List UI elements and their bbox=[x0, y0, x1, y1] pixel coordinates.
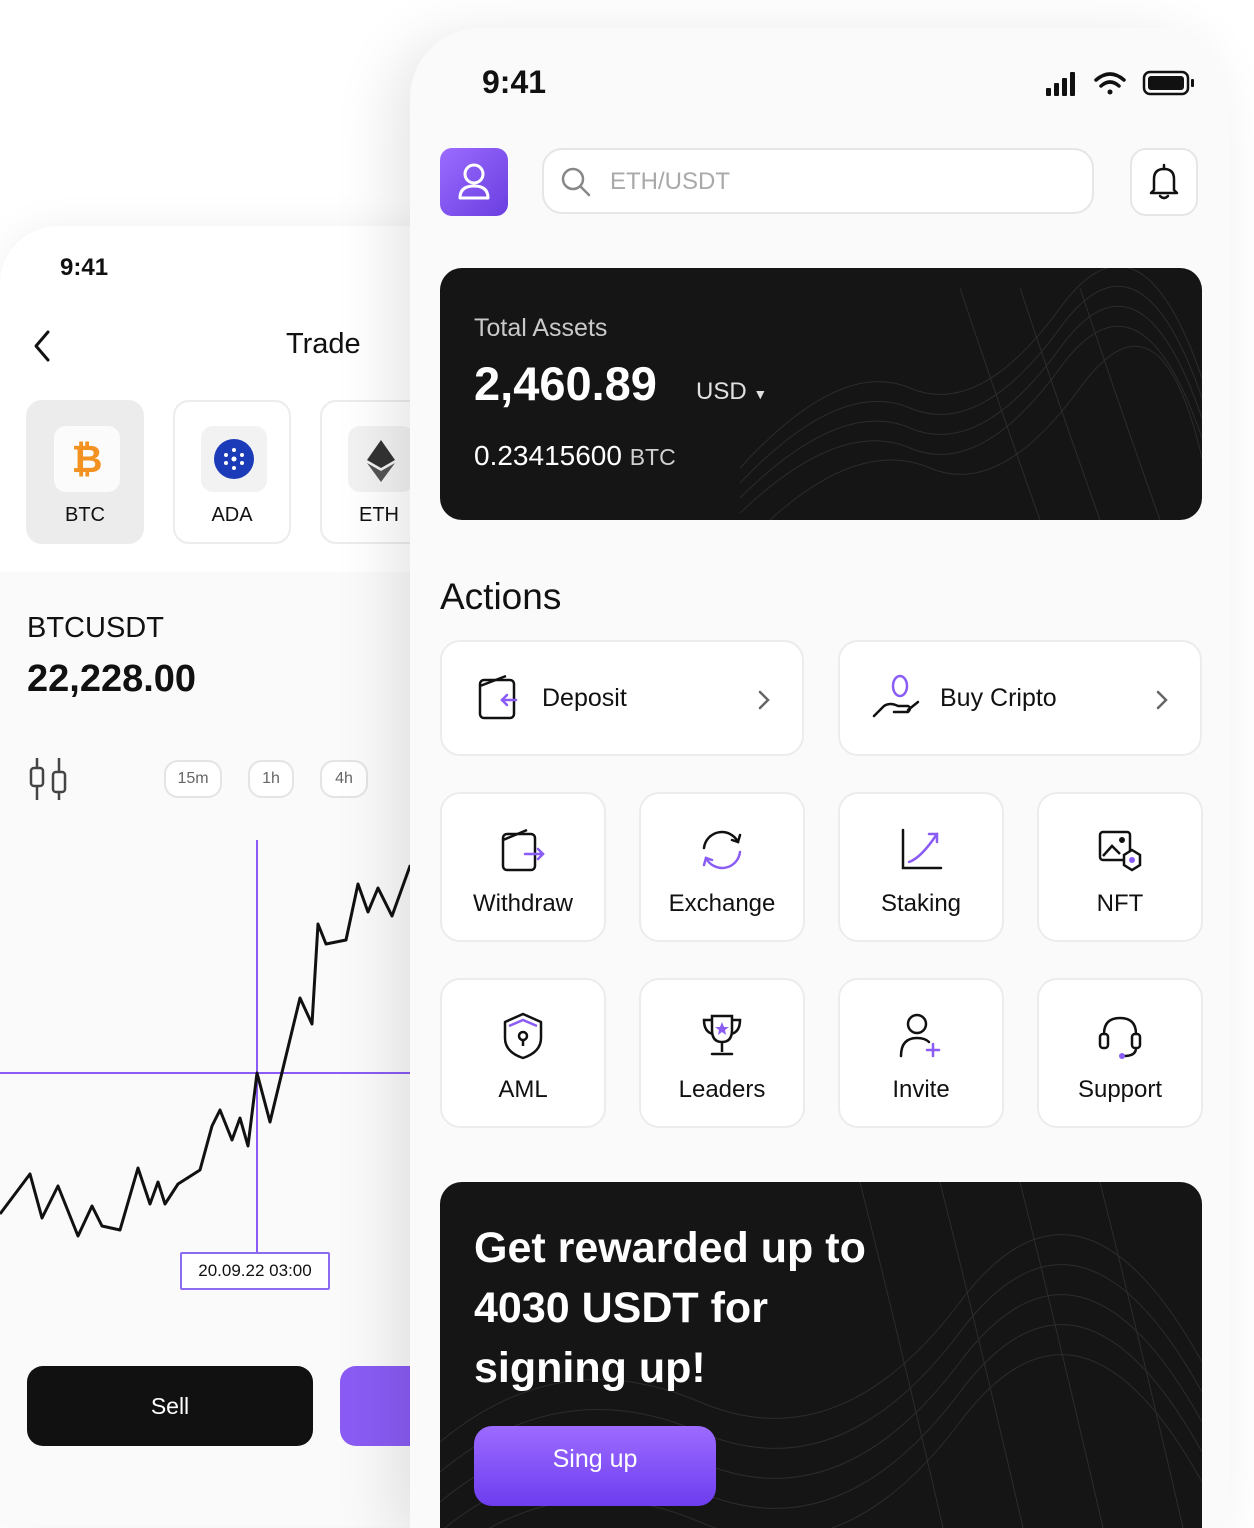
invite-label: Invite bbox=[892, 1076, 950, 1103]
sell-button[interactable]: Sell bbox=[27, 1366, 313, 1446]
assets-btc-unit: BTC bbox=[629, 444, 676, 470]
search-input[interactable]: ETH/USDT bbox=[542, 148, 1094, 214]
assets-title: Total Assets bbox=[474, 314, 608, 342]
exchange-button[interactable]: Exchange bbox=[639, 792, 805, 942]
promo-banner: Get rewarded up to 4030 USDT for signing… bbox=[440, 1182, 1202, 1528]
assets-btc-row: 0.23415600 BTC bbox=[474, 440, 676, 472]
support-label: Support bbox=[1077, 1076, 1163, 1103]
wallet-out-icon bbox=[501, 828, 545, 872]
currency-label: USD bbox=[696, 378, 747, 405]
search-icon bbox=[561, 167, 591, 197]
wifi-icon bbox=[1094, 72, 1126, 95]
timeframe-4h[interactable]: 4h bbox=[320, 760, 368, 798]
deposit-label: Deposit bbox=[542, 684, 627, 712]
bell-icon bbox=[1149, 163, 1179, 200]
price-chart[interactable] bbox=[0, 826, 470, 1296]
nft-button[interactable]: NFT bbox=[1037, 792, 1203, 942]
price-line bbox=[0, 844, 470, 1238]
chevron-right-icon bbox=[1156, 690, 1168, 710]
back-arrow-icon[interactable] bbox=[26, 326, 60, 366]
deposit-button[interactable]: Deposit bbox=[440, 640, 804, 756]
signal-icon bbox=[1046, 72, 1075, 96]
pair-name: BTCUSDT bbox=[27, 612, 164, 644]
promo-line: Get rewarded up to bbox=[474, 1224, 866, 1272]
total-assets-card[interactable]: Total Assets 2,460.89 USD ▼ 0.23415600 B… bbox=[440, 268, 1202, 520]
profile-avatar-button[interactable] bbox=[440, 148, 508, 216]
promo-text: Get rewarded up to 4030 USDT for signing… bbox=[474, 1218, 994, 1398]
promo-line: signing up! bbox=[474, 1344, 706, 1392]
battery-icon bbox=[1142, 70, 1194, 96]
buy-crypto-button[interactable]: Buy Cripto bbox=[838, 640, 1202, 756]
leaders-button[interactable]: Leaders bbox=[639, 978, 805, 1128]
status-time: 9:41 bbox=[60, 254, 109, 281]
staking-label: Staking bbox=[880, 890, 962, 917]
page-title: Trade bbox=[286, 328, 361, 360]
user-icon bbox=[458, 163, 490, 200]
crosshair-date-tag: 20.09.22 03:00 bbox=[180, 1252, 330, 1290]
timeframe-15m[interactable]: 15m bbox=[164, 760, 222, 798]
trade-header: Trade bbox=[0, 324, 470, 368]
coin-tab-btc[interactable]: ₿ BTC bbox=[26, 400, 144, 544]
withdraw-label: Withdraw bbox=[472, 890, 574, 917]
growth-chart-icon bbox=[901, 828, 943, 870]
actions-title: Actions bbox=[440, 576, 562, 617]
wallet-in-icon bbox=[478, 674, 518, 720]
trophy-icon bbox=[702, 1014, 742, 1056]
bitcoin-icon: ₿ bbox=[54, 426, 120, 492]
staking-button[interactable]: Staking bbox=[838, 792, 1004, 942]
invite-button[interactable]: Invite bbox=[838, 978, 1004, 1128]
chevron-right-icon bbox=[758, 690, 770, 710]
timeframe-1h[interactable]: 1h bbox=[248, 760, 294, 798]
status-time: 9:41 bbox=[482, 64, 547, 100]
home-screen: 9:41 ETH/USDT Total Assets 2,460.89 USD … bbox=[410, 28, 1230, 1528]
coin-hand-icon bbox=[872, 674, 920, 718]
aml-button[interactable]: AML bbox=[440, 978, 606, 1128]
status-bar-icons bbox=[1046, 70, 1194, 96]
search-placeholder: ETH/USDT bbox=[610, 168, 730, 195]
candlestick-icon[interactable] bbox=[28, 756, 68, 802]
coin-label: BTC bbox=[65, 504, 105, 526]
svg-text:₿: ₿ bbox=[72, 439, 103, 481]
assets-value: 2,460.89 bbox=[474, 357, 657, 410]
promo-line: 4030 USDT for bbox=[474, 1284, 768, 1332]
exchange-icon bbox=[702, 830, 742, 870]
trade-screen: 9:41 Trade ₿ BTC ADA ETH BTCUSDT 22,228.… bbox=[0, 226, 470, 1526]
leaders-label: Leaders bbox=[678, 1076, 766, 1103]
headset-icon bbox=[1098, 1016, 1142, 1059]
withdraw-button[interactable]: Withdraw bbox=[440, 792, 606, 942]
nft-image-icon bbox=[1098, 830, 1142, 872]
support-button[interactable]: Support bbox=[1037, 978, 1203, 1128]
aml-label: AML bbox=[498, 1076, 548, 1103]
sign-up-button[interactable]: Sing up bbox=[474, 1426, 716, 1506]
shield-lock-icon bbox=[503, 1012, 543, 1060]
ethereum-icon bbox=[348, 426, 414, 492]
currency-selector[interactable]: USD ▼ bbox=[696, 378, 767, 406]
coin-tab-ada[interactable]: ADA bbox=[173, 400, 291, 544]
notifications-button[interactable] bbox=[1130, 148, 1198, 216]
buy-crypto-label: Buy Cripto bbox=[940, 684, 1057, 712]
cardano-icon bbox=[201, 426, 267, 492]
coin-label: ADA bbox=[211, 504, 253, 526]
nft-label: NFT bbox=[1096, 890, 1144, 917]
user-plus-icon bbox=[899, 1013, 941, 1058]
caret-down-icon: ▼ bbox=[753, 386, 768, 402]
pair-price: 22,228.00 bbox=[27, 658, 197, 700]
exchange-label: Exchange bbox=[668, 890, 776, 917]
assets-btc-value: 0.23415600 bbox=[474, 440, 622, 471]
